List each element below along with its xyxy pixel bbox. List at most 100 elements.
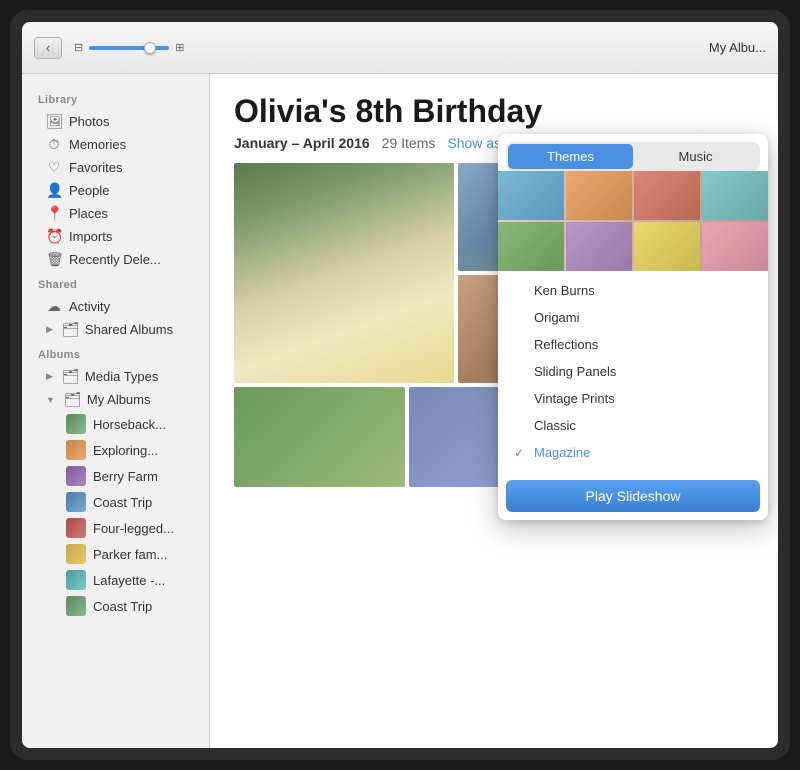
sidebar-item-four-legged[interactable]: Four-legged...	[26, 515, 205, 541]
cloud-icon: ☁	[46, 298, 62, 315]
media-folder-icon: 🗂	[62, 368, 78, 385]
theme-reflections-label: Reflections	[534, 337, 598, 352]
theme-magazine[interactable]: ✓ Magazine	[498, 439, 768, 466]
content-area: Olivia's 8th Birthday January – April 20…	[210, 74, 778, 748]
preview-img-4	[566, 222, 632, 271]
sidebar-berry-farm-label: Berry Farm	[93, 469, 158, 484]
triangle-icon: ▶	[46, 324, 53, 335]
sidebar-activity-label: Activity	[69, 299, 110, 314]
sidebar-shared-albums-label: Shared Albums	[85, 322, 173, 337]
theme-vintage-prints[interactable]: Vintage Prints	[498, 385, 768, 412]
coast-trip-thumb	[66, 492, 86, 512]
sidebar-coast-trip2-label: Coast Trip	[93, 599, 152, 614]
device-frame: ‹ ⊟ ⊞ My Albu... Library 🖼 Photos	[10, 10, 790, 760]
folder-icon: 🗂	[62, 321, 78, 338]
photo-3[interactable]	[234, 387, 405, 487]
sidebar-exploring-label: Exploring...	[93, 443, 158, 458]
library-section-label: Library	[22, 86, 209, 110]
preview-img-6	[634, 222, 700, 271]
sidebar-item-parker-fam[interactable]: Parker fam...	[26, 541, 205, 567]
popup-preview	[498, 171, 768, 271]
places-icon: 📍	[46, 205, 62, 222]
themes-tab[interactable]: Themes	[508, 144, 633, 169]
sidebar-parker-fam-label: Parker fam...	[93, 547, 167, 562]
sidebar-item-imports[interactable]: ⏰ Imports	[26, 225, 205, 248]
sidebar-item-activity[interactable]: ☁ Activity	[26, 295, 205, 318]
album-date-range: January – April 2016	[234, 135, 370, 151]
photos-icon: 🖼	[46, 113, 62, 130]
trash-icon: 🗑	[46, 251, 62, 268]
theme-vintage-prints-label: Vintage Prints	[534, 391, 615, 406]
zoom-thumb[interactable]	[144, 42, 156, 54]
sidebar-item-coast-trip2[interactable]: Coast Trip	[26, 593, 205, 619]
sidebar-item-places[interactable]: 📍 Places	[26, 202, 205, 225]
sidebar-item-shared-albums[interactable]: ▶ 🗂 Shared Albums	[26, 318, 205, 341]
sidebar-item-coast-trip[interactable]: Coast Trip	[26, 489, 205, 515]
sidebar-recently-deleted-label: Recently Dele...	[69, 252, 161, 267]
photo-birthday-cake[interactable]	[234, 163, 454, 383]
media-triangle-icon: ▶	[46, 371, 53, 382]
lafayette-thumb	[66, 570, 86, 590]
sidebar-item-photos[interactable]: 🖼 Photos	[26, 110, 205, 133]
theme-ken-burns[interactable]: Ken Burns	[498, 277, 768, 304]
zoom-in-icon: ⊞	[175, 41, 184, 54]
play-slideshow-button[interactable]: Play Slideshow	[506, 480, 760, 512]
sidebar-horseback-label: Horseback...	[93, 417, 166, 432]
sidebar-item-recently-deleted[interactable]: 🗑 Recently Dele...	[26, 248, 205, 271]
favorites-icon: ♡	[46, 159, 62, 176]
back-icon: ‹	[46, 40, 50, 55]
sidebar-people-label: People	[69, 183, 109, 198]
sidebar-coast-trip-label: Coast Trip	[93, 495, 152, 510]
sidebar-item-memories[interactable]: ⏱ Memories	[26, 133, 205, 156]
sidebar-item-horseback[interactable]: Horseback...	[26, 411, 205, 437]
zoom-track[interactable]	[89, 46, 169, 50]
sidebar-photos-label: Photos	[69, 114, 109, 129]
sidebar-item-my-albums[interactable]: ▼ 🗂 My Albums	[26, 388, 205, 411]
people-icon: 👤	[46, 182, 62, 199]
sidebar-media-types-label: Media Types	[85, 369, 158, 384]
zoom-out-icon: ⊟	[74, 41, 83, 54]
berry-farm-thumb	[66, 466, 86, 486]
sidebar-item-favorites[interactable]: ♡ Favorites	[26, 156, 205, 179]
sidebar-memories-label: Memories	[69, 137, 126, 152]
my-albums-folder-icon: 🗂	[64, 391, 80, 408]
theme-ken-burns-label: Ken Burns	[534, 283, 595, 298]
theme-sliding-panels[interactable]: Sliding Panels	[498, 358, 768, 385]
sidebar-lafayette-label: Lafayette -...	[93, 573, 165, 588]
preview-img-5	[634, 171, 700, 220]
shared-section-label: Shared	[22, 271, 209, 295]
theme-classic[interactable]: Classic	[498, 412, 768, 439]
my-albums-triangle-icon: ▼	[46, 395, 55, 405]
music-tab[interactable]: Music	[633, 144, 758, 169]
sidebar-my-albums-label: My Albums	[87, 392, 151, 407]
theme-classic-label: Classic	[534, 418, 576, 433]
theme-reflections[interactable]: Reflections	[498, 331, 768, 358]
magazine-check: ✓	[514, 446, 528, 460]
album-item-count: 29 Items	[382, 135, 436, 151]
zoom-slider-group: ⊟ ⊞	[74, 41, 184, 54]
sidebar-places-label: Places	[69, 206, 108, 221]
parker-fam-thumb	[66, 544, 86, 564]
preview-img-3	[566, 171, 632, 220]
four-legged-thumb	[66, 518, 86, 538]
sidebar-favorites-label: Favorites	[69, 160, 122, 175]
albums-section-label: Albums	[22, 341, 209, 365]
toolbar-title: My Albu...	[709, 40, 766, 55]
sidebar-item-lafayette[interactable]: Lafayette -...	[26, 567, 205, 593]
sidebar-item-people[interactable]: 👤 People	[26, 179, 205, 202]
theme-origami[interactable]: Origami	[498, 304, 768, 331]
theme-origami-label: Origami	[534, 310, 580, 325]
sidebar-item-exploring[interactable]: Exploring...	[26, 437, 205, 463]
album-title: Olivia's 8th Birthday	[234, 94, 754, 129]
sidebar-item-media-types[interactable]: ▶ 🗂 Media Types	[26, 365, 205, 388]
sidebar-four-legged-label: Four-legged...	[93, 521, 174, 536]
preview-img-8	[702, 222, 768, 271]
main-layout: Library 🖼 Photos ⏱ Memories ♡ Favorites …	[22, 74, 778, 748]
sidebar-item-berry-farm[interactable]: Berry Farm	[26, 463, 205, 489]
back-button[interactable]: ‹	[34, 37, 62, 59]
toolbar: ‹ ⊟ ⊞ My Albu...	[22, 22, 778, 74]
theme-list: Ken Burns Origami Reflections Slidi	[498, 271, 768, 472]
preview-img-2	[498, 222, 564, 271]
preview-img-1	[498, 171, 564, 220]
horseback-thumb	[66, 414, 86, 434]
